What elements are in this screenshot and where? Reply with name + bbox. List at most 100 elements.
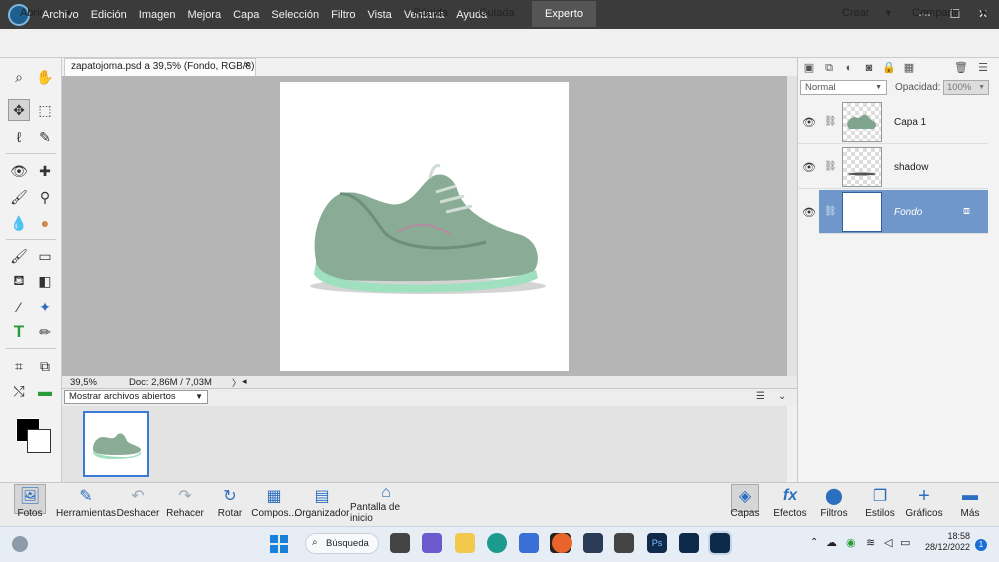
link-icon[interactable]: ⛓ xyxy=(824,161,837,172)
volume-icon[interactable]: ◁ xyxy=(884,536,892,549)
link-icon[interactable]: ⛓ xyxy=(824,116,837,127)
cloud-icon[interactable]: ☁ xyxy=(826,536,837,549)
layer-mask-icon[interactable]: ◙ xyxy=(862,61,876,75)
trash-icon[interactable]: 🗑 xyxy=(954,61,968,75)
menu-filtro[interactable]: Filtro xyxy=(325,9,361,21)
create-button[interactable]: Crear xyxy=(842,7,870,19)
tools-button[interactable]: ✎ Herramientas xyxy=(56,484,116,524)
background-color-swatch[interactable] xyxy=(27,429,51,453)
quick-selection-tool-icon[interactable]: ✎ xyxy=(34,126,56,148)
share-button[interactable]: Compartir xyxy=(912,7,960,19)
canvas-vertical-scrollbar[interactable] xyxy=(787,76,797,376)
new-group-icon[interactable]: ⧉ xyxy=(822,61,836,75)
teams-icon[interactable] xyxy=(422,533,442,553)
opacity-field[interactable]: 100% ▼ xyxy=(943,80,989,95)
open-button[interactable]: Abrir xyxy=(20,7,43,19)
eyedropper-tool-icon[interactable]: ⁄ xyxy=(8,296,30,318)
layer-name[interactable]: shadow xyxy=(894,162,928,173)
tab-experto[interactable]: Experto xyxy=(532,1,596,27)
tab-guiada[interactable]: Guiada xyxy=(479,7,514,19)
clone-stamp-tool-icon[interactable]: ⚲ xyxy=(34,186,56,208)
gradient-tool-icon[interactable]: ◧ xyxy=(34,270,56,292)
firefox-icon[interactable] xyxy=(552,533,572,553)
battery-icon[interactable]: ▭ xyxy=(900,536,910,549)
app-icon[interactable] xyxy=(614,533,634,553)
layer-name[interactable]: Fondo xyxy=(894,207,922,218)
document-tab[interactable]: zapatojoma.psd a 39,5% (Fondo, RGB/8) xyxy=(64,58,256,76)
eye-icon[interactable]: 👁 xyxy=(802,161,816,174)
undo-button[interactable]: ↶ Deshacer xyxy=(116,484,160,524)
zoom-tool-icon[interactable]: ⌕ xyxy=(8,66,30,88)
photoshop-icon[interactable]: Ps xyxy=(647,533,667,553)
red-eye-tool-icon[interactable]: 👁 xyxy=(8,160,30,182)
edge-icon[interactable] xyxy=(487,533,507,553)
app-icon[interactable] xyxy=(583,533,603,553)
photos-button[interactable]: 🖼 Fotos xyxy=(8,484,52,524)
hand-tool-icon[interactable]: ✋ xyxy=(34,66,56,88)
document-canvas[interactable] xyxy=(280,82,569,371)
elements-organizer-icon[interactable] xyxy=(679,533,699,553)
close-icon[interactable]: × xyxy=(244,60,250,71)
menu-seleccion[interactable]: Selección xyxy=(265,9,325,21)
wifi-icon[interactable]: ≋ xyxy=(866,536,875,549)
file-explorer-icon[interactable] xyxy=(455,533,475,553)
task-view-icon[interactable] xyxy=(390,533,410,553)
menu-mejora[interactable]: Mejora xyxy=(181,9,227,21)
move-tool-icon[interactable]: ✥ xyxy=(8,99,30,121)
link-icon[interactable]: ⛓ xyxy=(824,206,837,217)
photo-bin-selector[interactable]: Mostrar archivos abiertos ▼ xyxy=(64,390,208,404)
layout-button[interactable]: ▦ Compos... xyxy=(251,484,297,524)
menu-capa[interactable]: Capa xyxy=(227,9,265,21)
styles-button[interactable]: ❐ Estilos xyxy=(860,484,900,524)
layer-thumbnail[interactable] xyxy=(842,102,882,142)
new-layer-icon[interactable]: ▣ xyxy=(802,61,816,75)
layers-button[interactable]: ◈ Capas xyxy=(725,484,765,524)
smart-brush-tool-icon[interactable]: 🖌 xyxy=(8,186,30,208)
lock-icon[interactable]: 🔒 xyxy=(882,61,896,75)
chevron-down-icon[interactable]: ▼ xyxy=(979,8,988,18)
notification-badge[interactable]: 1 xyxy=(975,539,987,551)
store-icon[interactable] xyxy=(519,533,539,553)
chevron-down-icon[interactable]: ▼ xyxy=(64,8,73,18)
layer-thumbnail[interactable] xyxy=(842,147,882,187)
rotate-button[interactable]: ↻ Rotar xyxy=(210,484,250,524)
panel-menu-icon[interactable]: ☰ xyxy=(976,61,990,75)
custom-shape-tool-icon[interactable]: ✦ xyxy=(34,296,56,318)
pencil-tool-icon[interactable]: ✏ xyxy=(34,321,56,343)
lock-transparency-icon[interactable]: ▦ xyxy=(902,61,916,75)
photo-bin-thumbnail[interactable] xyxy=(83,411,149,477)
chevron-up-icon[interactable]: ⌃ xyxy=(810,537,818,548)
menu-archivo[interactable]: Archivo xyxy=(36,9,85,21)
chevron-down-icon[interactable]: ▼ xyxy=(884,8,893,18)
graphics-button[interactable]: + Gráficos xyxy=(904,484,944,524)
sponge-tool-icon[interactable]: ● xyxy=(34,212,56,234)
spot-healing-tool-icon[interactable]: ✚ xyxy=(34,160,56,182)
recompose-tool-icon[interactable]: ⧉ xyxy=(34,355,56,377)
tab-rapida[interactable]: Rápida xyxy=(413,7,448,19)
menu-vista[interactable]: Vista xyxy=(362,9,398,21)
scroll-left-icon[interactable]: ◂ xyxy=(242,376,247,387)
content-aware-move-tool-icon[interactable]: ⤭ xyxy=(8,380,30,402)
eraser-tool-icon[interactable]: ▭ xyxy=(34,245,56,267)
effects-button[interactable]: fx Efectos xyxy=(770,484,810,524)
adjustment-layer-icon[interactable]: ◐ xyxy=(842,61,856,75)
blur-tool-icon[interactable]: 💧 xyxy=(8,212,30,234)
brush-tool-icon[interactable]: 🖌 xyxy=(8,245,30,267)
start-icon[interactable] xyxy=(270,535,288,553)
menu-edicion[interactable]: Edición xyxy=(85,9,133,21)
type-tool-icon[interactable]: T xyxy=(8,321,30,343)
taskbar-clock[interactable]: 18:58 28/12/2022 xyxy=(920,531,970,553)
more-button[interactable]: ▬ Más xyxy=(950,484,990,524)
eye-icon[interactable]: 👁 xyxy=(802,116,816,129)
elements-editor-icon[interactable] xyxy=(708,531,732,555)
bin-menu-icon[interactable]: ☰ xyxy=(756,391,765,402)
menu-imagen[interactable]: Imagen xyxy=(133,9,182,21)
crop-tool-icon[interactable]: ⌗ xyxy=(8,355,30,377)
organizer-button[interactable]: ▤ Organizador xyxy=(294,484,349,524)
filters-button[interactable]: ⬤ Filtros xyxy=(814,484,854,524)
layer-thumbnail[interactable] xyxy=(842,192,882,232)
eye-icon[interactable]: 👁 xyxy=(802,206,816,219)
paint-bucket-tool-icon[interactable]: ⛾ xyxy=(8,270,30,292)
security-icon[interactable]: ◉ xyxy=(846,536,856,549)
redo-button[interactable]: ↷ Rehacer xyxy=(164,484,206,524)
